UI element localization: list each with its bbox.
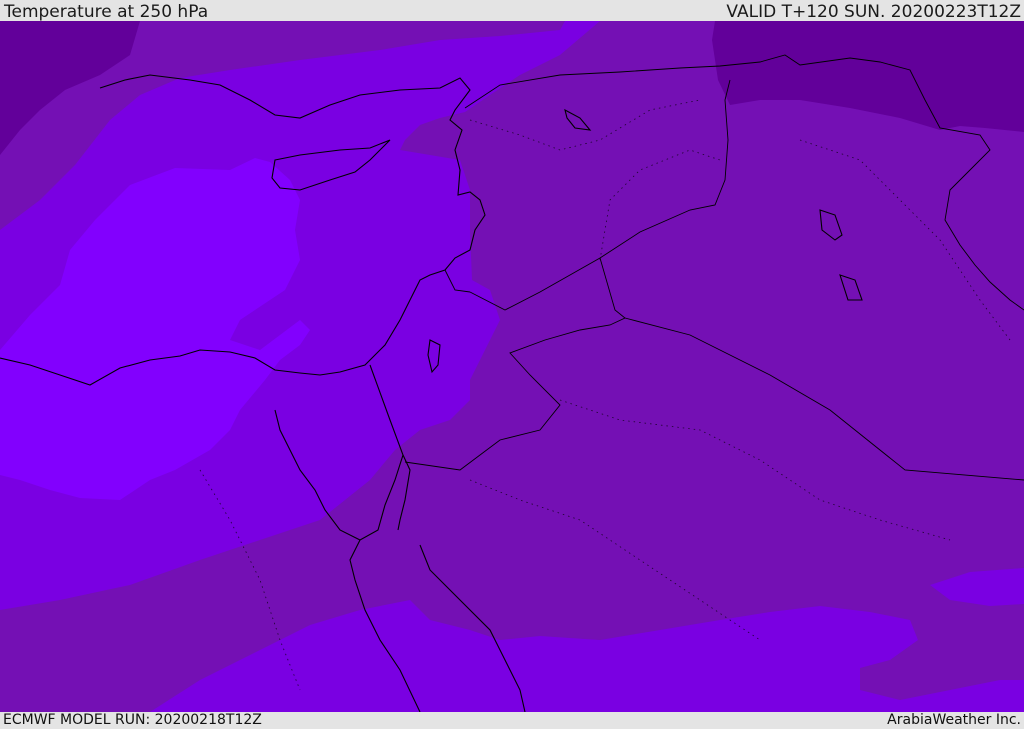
header-bar: Temperature at 250 hPa VALID T+120 SUN. … [0, 0, 1024, 21]
valid-time: VALID T+120 SUN. 20200223T12Z [726, 2, 1021, 22]
credit-text: ArabiaWeather Inc. [887, 712, 1021, 728]
map-title: Temperature at 250 hPa [4, 2, 209, 22]
footer-bar: ECMWF MODEL RUN: 20200218T12Z ArabiaWeat… [0, 712, 1024, 729]
model-run: ECMWF MODEL RUN: 20200218T12Z [3, 712, 262, 728]
temperature-map[interactable] [0, 21, 1024, 712]
